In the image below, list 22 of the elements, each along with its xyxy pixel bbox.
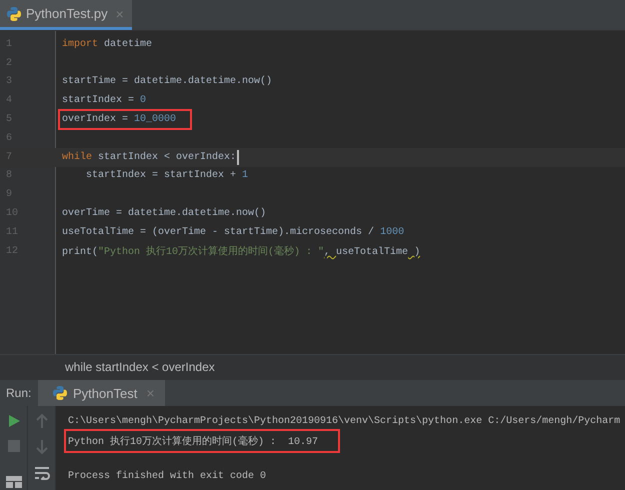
editor-tab[interactable]: PythonTest.py × <box>0 0 132 30</box>
run-tab[interactable]: PythonTest × <box>38 380 165 406</box>
code-line: import datetime <box>61 38 154 52</box>
run-label: Run: <box>5 386 32 400</box>
console-line: C:\Users\mengh\PycharmProjects\Python20190916\venv\Scripts\python.exe C:/Users/mengh/Pycharm <box>68 414 622 429</box>
code-line: print("Python 执行10万次计算使用的时间(毫秒) : ", useTotalTime ) <box>61 244 422 260</box>
code-line: while startIndex < overIndex: <box>61 150 238 165</box>
soft-wrap-icon[interactable] <box>34 466 50 480</box>
code-line: useTotalTime = (overTime - startTime).microseconds / 1000 <box>61 226 406 240</box>
up-arrow-icon[interactable] <box>36 414 48 428</box>
python-logo-icon <box>52 385 68 401</box>
code-line: overTime = datetime.datetime.now() <box>61 206 268 222</box>
code-line: startIndex = 0 <box>61 94 148 108</box>
down-arrow-icon[interactable] <box>36 440 48 454</box>
run-icon[interactable] <box>6 414 20 428</box>
code-line: startTime = datetime.datetime.now() <box>61 74 274 90</box>
stop-icon[interactable] <box>8 440 20 452</box>
layout-icon[interactable] <box>6 476 22 488</box>
python-logo-icon <box>6 6 22 22</box>
code-line: startIndex = startIndex + 1 <box>85 168 250 184</box>
console-line: Process finished with exit code 0 <box>67 470 268 484</box>
breadcrumb[interactable]: while startIndex < overIndex <box>65 360 215 374</box>
